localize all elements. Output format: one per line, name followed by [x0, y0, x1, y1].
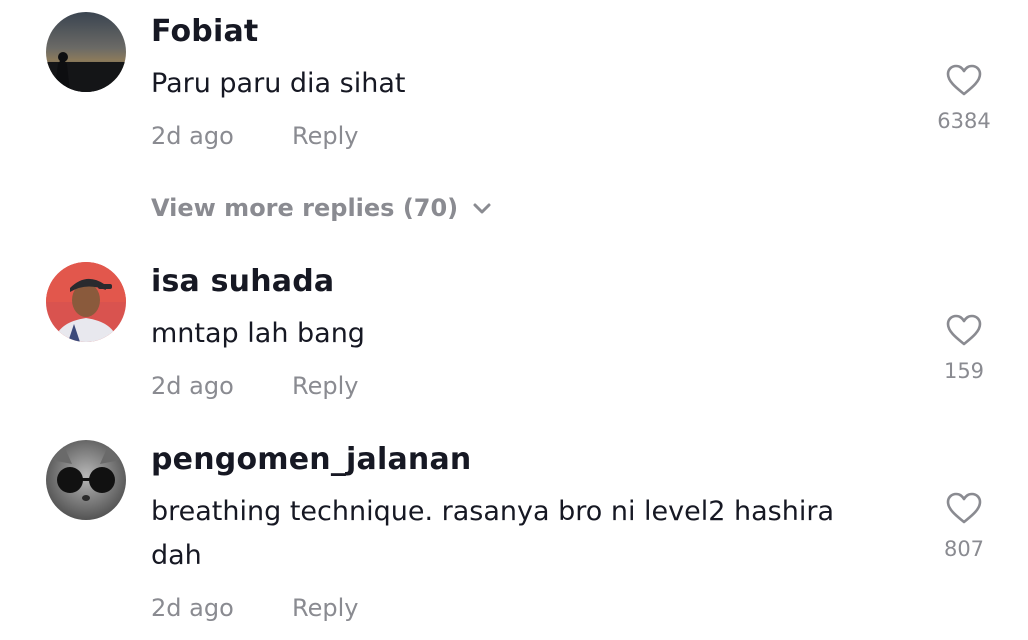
like-group: 159 [919, 313, 1009, 383]
chevron-down-icon [473, 203, 491, 214]
heart-outline-icon[interactable] [945, 313, 983, 347]
comment-timestamp: 2d ago [151, 594, 234, 622]
comment-item: pengomen_jalanan breathing technique. ra… [0, 428, 1028, 640]
avatar[interactable] [46, 12, 126, 92]
like-count: 159 [943, 359, 985, 383]
like-group: 6384 [919, 63, 1009, 133]
comment-text: mntap lah bang [151, 318, 365, 349]
comment-item: Fobiat Paru paru dia sihat 2d ago Reply … [0, 0, 1028, 180]
comment-username[interactable]: Fobiat [151, 14, 258, 49]
comment-meta: 2d ago Reply [151, 122, 358, 150]
comment-item: isa suhada mntap lah bang 2d ago Reply 1… [0, 250, 1028, 420]
comment-text: Paru paru dia sihat [151, 68, 406, 99]
avatar[interactable] [46, 440, 126, 520]
avatar-image [46, 12, 126, 92]
avatar-image [46, 440, 126, 520]
reply-button[interactable]: Reply [292, 372, 358, 400]
comment-username[interactable]: pengomen_jalanan [151, 442, 471, 477]
heart-outline-icon[interactable] [945, 63, 983, 97]
avatar[interactable] [46, 262, 126, 342]
view-more-replies-label: View more replies (70) [151, 194, 459, 222]
heart-outline-icon[interactable] [945, 491, 983, 525]
comment-meta: 2d ago Reply [151, 594, 358, 622]
avatar-image [46, 262, 126, 342]
reply-button[interactable]: Reply [292, 122, 358, 150]
like-group: 807 [919, 491, 1009, 561]
comment-text: breathing technique. rasanya bro ni leve… [151, 496, 835, 571]
like-count: 6384 [937, 109, 991, 133]
view-more-replies-button[interactable]: View more replies (70) [151, 194, 492, 222]
reply-button[interactable]: Reply [292, 594, 358, 622]
comment-timestamp: 2d ago [151, 372, 234, 400]
comment-meta: 2d ago Reply [151, 372, 358, 400]
comment-timestamp: 2d ago [151, 122, 234, 150]
comment-username[interactable]: isa suhada [151, 264, 334, 299]
like-count: 807 [943, 537, 985, 561]
